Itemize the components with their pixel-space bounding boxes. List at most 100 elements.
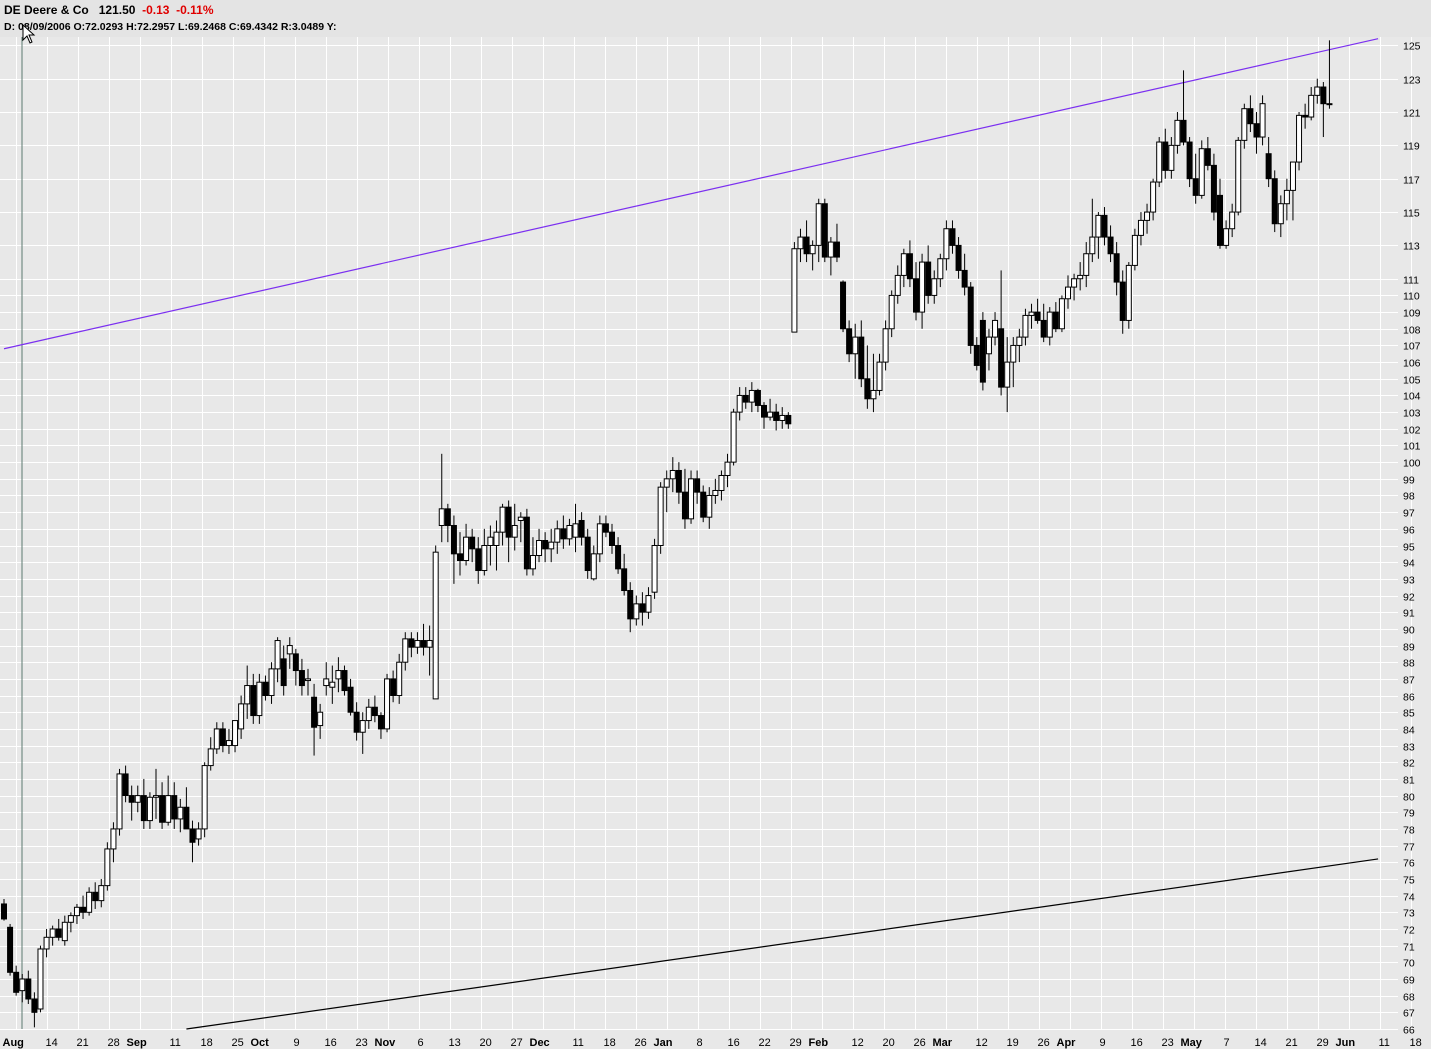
candle-body: [602, 523, 609, 533]
candle-body: [323, 678, 330, 687]
x-tick-label: 19: [1007, 1037, 1019, 1049]
candle-body: [548, 541, 555, 550]
x-tick-label: 27: [511, 1037, 523, 1049]
candle-body: [195, 828, 202, 840]
candle-body: [1229, 211, 1236, 230]
candle-body: [1198, 148, 1205, 196]
last-price: 121.50: [98, 3, 136, 17]
candle-body: [1077, 274, 1084, 280]
y-tick-label: 76: [1403, 858, 1415, 870]
candle-body: [475, 548, 482, 572]
candle-body: [529, 555, 536, 570]
candle-body: [998, 328, 1005, 388]
candle: [1131, 228, 1138, 271]
candle-body: [292, 653, 299, 672]
y-tick-label: 69: [1403, 975, 1415, 987]
candle-body: [773, 411, 780, 421]
x-tick-label: 16: [325, 1037, 337, 1049]
y-tick-label: 96: [1403, 525, 1415, 537]
candle-body: [791, 248, 798, 333]
candle-body: [821, 203, 828, 258]
y-tick-label: 95: [1403, 542, 1415, 554]
candle-body: [311, 696, 318, 728]
x-tick-label: 11: [170, 1037, 181, 1049]
candle-body: [213, 728, 220, 750]
close-label: C:: [228, 21, 240, 33]
x-tick-label: 14: [1255, 1037, 1267, 1049]
candle-body: [858, 336, 865, 380]
candle-body: [86, 891, 93, 913]
y-tick-label: 117: [1403, 175, 1420, 187]
candle-body: [159, 795, 166, 823]
candle-body: [511, 524, 518, 538]
candle-body: [219, 728, 226, 747]
candle-body: [542, 540, 549, 550]
candle-body: [116, 773, 123, 830]
low-value: 69.2468: [187, 21, 226, 33]
candle-body: [536, 540, 543, 557]
candle-body: [815, 203, 822, 246]
y-tick-label: 78: [1403, 825, 1415, 837]
candle-body: [505, 506, 512, 538]
candle-body: [1107, 236, 1114, 255]
x-tick-label: 8: [697, 1037, 703, 1049]
y-tick-label: 110: [1403, 291, 1420, 303]
candle-body: [402, 638, 409, 663]
candle-body: [779, 414, 786, 421]
x-tick-label: 28: [108, 1037, 120, 1049]
x-tick-label: 18: [1410, 1037, 1422, 1049]
x-tick-label: 12: [852, 1037, 864, 1049]
candle-body: [1247, 108, 1254, 125]
x-tick-label: 11: [573, 1037, 584, 1049]
candle-body: [651, 545, 658, 593]
candle-body: [1004, 361, 1011, 388]
candle-body: [663, 478, 670, 488]
y-tick-label: 74: [1403, 892, 1415, 904]
candle-body: [1265, 153, 1272, 180]
candle-body: [238, 703, 245, 730]
candle-body: [754, 389, 761, 406]
candle-body: [1217, 194, 1223, 246]
candle-body: [499, 506, 506, 533]
date-axis[interactable]: Aug 14 21 28 Sep 11 18 25 Oct 9 16 23 Nov 6 13 20 27 Dec 1…: [3, 1037, 1431, 1049]
open-label: O:: [73, 21, 86, 33]
price-chart[interactable]: 6667686970717273747576777879808182838485…: [0, 37, 1431, 1049]
y-tick-label: 93: [1403, 575, 1415, 587]
candle-body: [426, 640, 433, 648]
candle-body: [724, 461, 731, 476]
y-tick-label: 119: [1403, 141, 1420, 153]
date-label: D:: [4, 21, 16, 33]
x-tick-label: 20: [480, 1037, 492, 1049]
candle-body: [1137, 219, 1144, 236]
candle-body: [1144, 211, 1151, 221]
y-tick-label: 68: [1403, 992, 1415, 1004]
candle-body: [639, 603, 646, 613]
candle-body: [675, 469, 682, 493]
candle-body: [110, 828, 117, 850]
chart-header: DE Deere & Co 121.50 -0.13 -0.11% D: 08/…: [0, 0, 1431, 37]
x-tick-label: Feb: [809, 1037, 829, 1049]
mouse-pointer-icon: [22, 24, 36, 44]
candle-body: [633, 603, 640, 620]
candle-body: [13, 971, 20, 993]
candle-body: [955, 244, 962, 271]
x-tick-label: Oct: [251, 1037, 270, 1049]
candle-body: [517, 516, 524, 521]
x-tick-label: May: [1181, 1037, 1203, 1049]
candle-body: [700, 491, 707, 518]
y-tick-label: 80: [1403, 792, 1415, 804]
candle-body: [122, 773, 129, 797]
candle-body: [317, 711, 324, 727]
candle: [1156, 137, 1163, 188]
candle: [979, 312, 986, 391]
x-tick-label: 23: [356, 1037, 368, 1049]
candle-body: [736, 394, 743, 413]
candle-body: [128, 795, 135, 803]
candle-body: [1065, 286, 1071, 300]
candle: [201, 762, 208, 838]
candle-body: [572, 523, 579, 538]
x-tick-label: 6: [418, 1037, 424, 1049]
candle-body: [961, 269, 968, 288]
x-tick-label: 26: [1038, 1037, 1050, 1049]
candle-body: [286, 645, 293, 655]
